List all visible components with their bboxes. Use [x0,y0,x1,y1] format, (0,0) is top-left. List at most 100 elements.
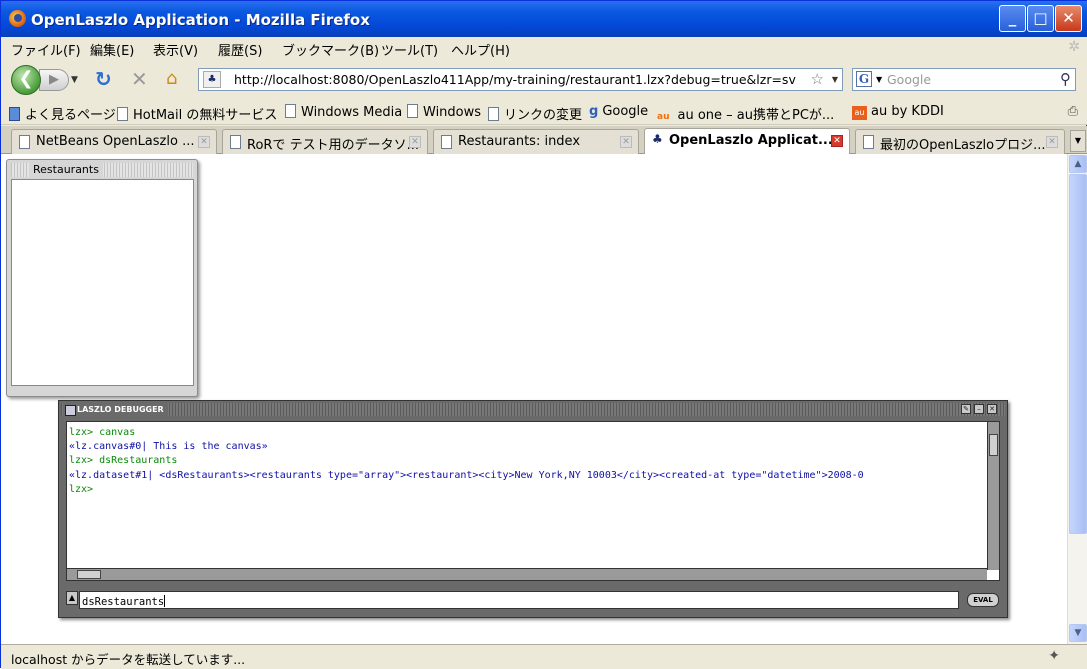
scroll-thumb[interactable] [989,434,998,456]
reload-icon[interactable]: ↻ [95,67,112,91]
bookmark-windows[interactable]: Windows [407,104,481,120]
bookmark-star-icon[interactable]: ☆ [811,70,824,88]
search-engine-dropdown-icon[interactable]: ▼ [876,75,882,84]
tab-openlaszlo-app[interactable]: ♣ OpenLaszlo Applicat... ✕ [644,128,850,155]
navigation-toolbar: ▶ ❮ ▼ ↻ ✕ ⌂ ♣ http://localhost:8080/Open… [1,59,1087,99]
bookmark-hotmail[interactable]: HotMail の無料サービス [117,104,277,123]
debugger-line[interactable]: «lz.dataset#1| <dsRestaurants><restauran… [69,469,987,483]
scroll-up-icon[interactable]: ▲ [1069,155,1087,173]
menu-history[interactable]: 履歴(S) [218,40,262,59]
menu-edit[interactable]: 編集(E) [90,40,134,59]
tab-strip: NetBeans OpenLaszlo ... ✕ RoRで テスト用のデータソ.… [1,126,1087,155]
title-bar[interactable]: OpenLaszlo Application - Mozilla Firefox… [1,1,1087,37]
debugger-title: LASZLO DEBUGGER [63,403,168,416]
page-icon [441,135,452,149]
url-input[interactable]: http://localhost:8080/OpenLaszlo411App/m… [234,72,804,87]
menu-tools[interactable]: ツール(T) [381,40,438,59]
page-icon [285,104,296,118]
restaurants-window-title: Restaurants [29,163,103,177]
url-bar[interactable]: ♣ http://localhost:8080/OpenLaszlo411App… [198,68,843,91]
debugger-edit-icon[interactable]: ✎ [961,404,971,414]
page-icon [407,104,418,118]
scroll-thumb[interactable] [1069,174,1087,534]
stop-icon[interactable]: ✕ [131,67,148,91]
search-box[interactable]: G ▼ Google ⚲ [852,68,1076,91]
eval-button[interactable]: EVAL [967,593,999,607]
forward-button[interactable]: ▶ [39,69,69,91]
debugger-input[interactable]: dsRestaurants [79,591,959,609]
bookmark-label: au one – au携帯とPCが... [677,108,835,123]
maximize-button[interactable]: □ [1027,5,1054,32]
scroll-down-icon[interactable]: ▼ [1069,624,1087,642]
menu-file[interactable]: ファイル(F) [11,40,81,59]
search-engine-icon[interactable]: G [856,71,872,87]
tab-first-openlaszlo[interactable]: 最初のOpenLaszloプロジ... ✕ [855,129,1065,154]
status-bar: localhost からデータを転送しています... ✦ [1,644,1087,669]
restaurants-window-titlebar[interactable]: Restaurants [11,163,193,177]
history-dropdown-icon[interactable]: ▼ [71,75,78,85]
window-title: OpenLaszlo Application - Mozilla Firefox [31,11,370,29]
tab-ror[interactable]: RoRで テスト用のデータソ... ✕ [222,129,428,154]
browser-window: OpenLaszlo Application - Mozilla Firefox… [0,0,1087,669]
bookmark-most-visited[interactable]: よく見るページ [9,104,116,123]
page-vertical-scrollbar[interactable]: ▲ ▼ [1067,154,1087,644]
bookmark-label: Windows [423,105,482,120]
tab-list-button[interactable]: ▼ [1070,130,1086,152]
tab-label: RoRで テスト用のデータソ... [247,138,419,153]
tab-label: NetBeans OpenLaszlo ... [36,134,195,149]
page-icon [488,107,499,121]
site-favicon-icon[interactable]: ♣ [203,71,221,88]
url-dropdown-icon[interactable]: ▼ [832,75,838,84]
debugger-titlebar[interactable]: LASZLO DEBUGGER ✎ – ✕ [61,403,1005,416]
print-icon[interactable]: ⎙ [1068,104,1078,119]
bookmark-label: リンクの変更 [504,108,583,123]
bookmark-windows-media[interactable]: Windows Media [285,104,402,120]
laszlo-debugger[interactable]: LASZLO DEBUGGER ✎ – ✕ lzx> canvas «lz.ca… [58,400,1008,618]
close-button[interactable]: ✕ [1055,5,1082,32]
debugger-vertical-scrollbar[interactable] [987,422,999,570]
addon-status-icon[interactable]: ✦ [1048,648,1060,664]
restaurants-list[interactable] [11,179,194,386]
status-text: localhost からデータを転送しています... [11,652,246,667]
bookmark-label: HotMail の無料サービス [133,108,278,123]
debugger-minimize-icon[interactable]: – [974,404,984,414]
bookmark-au-kddi[interactable]: au au by KDDI [852,104,944,120]
debugger-horizontal-scrollbar[interactable] [67,568,987,580]
tab-close-icon[interactable]: ✕ [1046,136,1058,148]
tab-netbeans[interactable]: NetBeans OpenLaszlo ... ✕ [11,129,217,154]
debugger-line: lzx> dsRestaurants [69,455,178,467]
bookmark-google[interactable]: g Google [589,104,648,119]
page-icon [117,107,128,121]
openlaszlo-icon: ♣ [652,132,663,146]
menu-help[interactable]: ヘルプ(H) [451,40,510,59]
menu-bookmarks[interactable]: ブックマーク(B) [282,40,379,59]
tab-close-icon[interactable]: ✕ [620,136,632,148]
debugger-line[interactable]: «lz.canvas#0| This is the canvas» [69,440,987,454]
menu-view[interactable]: 表示(V) [153,40,198,59]
home-icon[interactable]: ⌂ [166,68,177,89]
debugger-line: lzx> [69,483,94,495]
debugger-multiline-toggle[interactable]: ▲ [66,591,78,605]
bookmark-links[interactable]: リンクの変更 [488,104,582,123]
scroll-thumb[interactable] [77,570,101,579]
tab-close-icon[interactable]: ✕ [409,136,421,148]
bookmark-au-one[interactable]: au au one – au携帯とPCが... [657,104,834,123]
tab-close-icon[interactable]: ✕ [831,135,843,147]
restaurants-window[interactable]: Restaurants [6,159,198,397]
debugger-close-icon[interactable]: ✕ [987,404,997,414]
tab-label: 最初のOpenLaszloプロジ... [880,138,1046,153]
bookmarks-toolbar: よく見るページ HotMail の無料サービス Windows Media Wi… [1,99,1087,125]
back-button[interactable]: ❮ [11,65,41,95]
bookmark-label: Windows Media [301,105,403,120]
tab-restaurants-index[interactable]: Restaurants: index ✕ [433,129,639,154]
search-input[interactable]: Google [887,72,931,87]
page-icon [9,107,20,121]
au-icon: au [852,106,867,120]
minimize-button[interactable]: _ [999,5,1026,32]
bookmark-label: Google [602,104,649,119]
tab-close-icon[interactable]: ✕ [198,136,210,148]
google-icon: g [589,104,599,119]
search-icon[interactable]: ⚲ [1060,70,1071,88]
page-icon [19,135,30,149]
debugger-output[interactable]: lzx> canvas «lz.canvas#0| This is the ca… [66,421,1000,581]
